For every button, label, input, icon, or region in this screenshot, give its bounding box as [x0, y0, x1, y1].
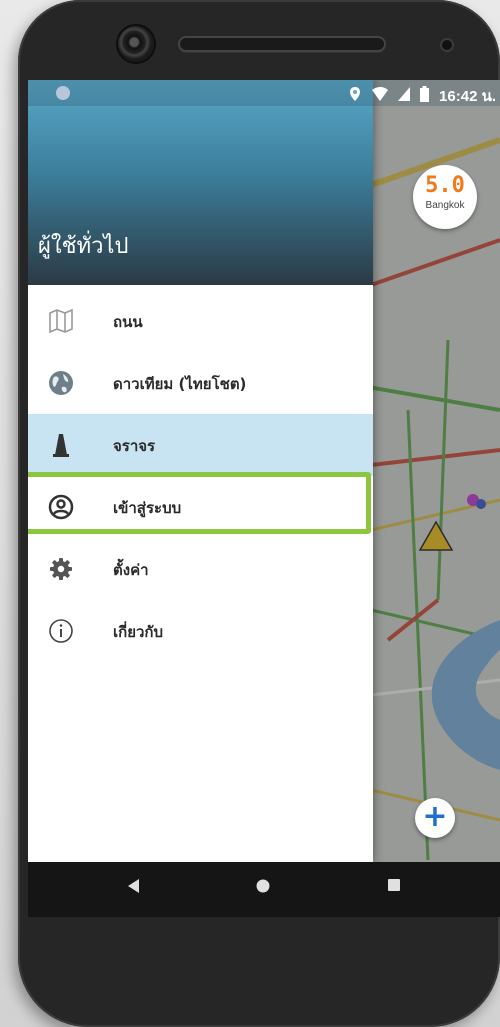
battery-icon — [419, 86, 429, 106]
globe-icon — [49, 371, 73, 395]
menu-item-label: ตั้งค่า — [113, 561, 149, 579]
highlight-box — [28, 472, 371, 534]
navigation-drawer: ผู้ใช้ทั่วไป ถนน ดาวเทียม (ไทยโชต) จราจร… — [28, 80, 373, 862]
drawer-menu: ถนน ดาวเทียม (ไทยโชต) จราจร เข้าสู่ระบบ … — [28, 290, 373, 662]
home-circle-icon[interactable] — [256, 879, 270, 893]
menu-item-label: เกี่ยวกับ — [113, 623, 164, 641]
menu-item-traffic[interactable]: จราจร — [28, 414, 373, 476]
status-icons: 16:42 น. — [343, 84, 496, 105]
status-time: 16:42 น. — [439, 88, 496, 105]
info-icon — [49, 619, 73, 643]
speed-value: 5.0 — [425, 173, 465, 198]
recents-square-icon[interactable] — [388, 879, 400, 891]
map-icon — [49, 308, 73, 334]
signal-icon — [397, 87, 410, 105]
menu-item-about[interactable]: เกี่ยวกับ — [28, 600, 373, 662]
phone-screen: 5.0 Bangkok + ผู้ใช้ทั่วไป ถนน ดาวเทียม … — [28, 80, 500, 917]
location-icon — [349, 87, 361, 105]
system-nav-bar — [28, 862, 500, 917]
menu-item-login[interactable]: เข้าสู่ระบบ — [28, 472, 373, 538]
status-bar: 16:42 น. — [28, 80, 500, 106]
menu-item-label: จราจร — [113, 437, 156, 455]
back-triangle-icon[interactable] — [128, 879, 140, 893]
wifi-icon — [371, 87, 388, 105]
account-circle-icon — [48, 494, 74, 520]
earpiece-speaker — [178, 36, 386, 52]
menu-item-satellite[interactable]: ดาวเทียม (ไทยโชต) — [28, 352, 373, 414]
drawer-header: ผู้ใช้ทั่วไป — [28, 80, 373, 285]
zoom-in-button[interactable]: + — [415, 798, 455, 838]
notification-dot-icon — [56, 86, 70, 100]
gear-icon — [50, 558, 72, 580]
speed-badge[interactable]: 5.0 Bangkok — [413, 165, 477, 229]
traffic-cone-icon — [53, 434, 69, 457]
front-camera — [118, 26, 154, 62]
menu-item-road[interactable]: ถนน — [28, 290, 373, 352]
menu-item-label: ถนน — [113, 313, 143, 331]
proximity-sensor — [442, 40, 452, 50]
menu-item-label: เข้าสู่ระบบ — [113, 499, 182, 517]
city-label: Bangkok — [425, 200, 465, 211]
menu-item-settings[interactable]: ตั้งค่า — [28, 538, 373, 600]
menu-item-label: ดาวเทียม (ไทยโชต) — [113, 375, 247, 393]
user-label: ผู้ใช้ทั่วไป — [38, 233, 129, 258]
